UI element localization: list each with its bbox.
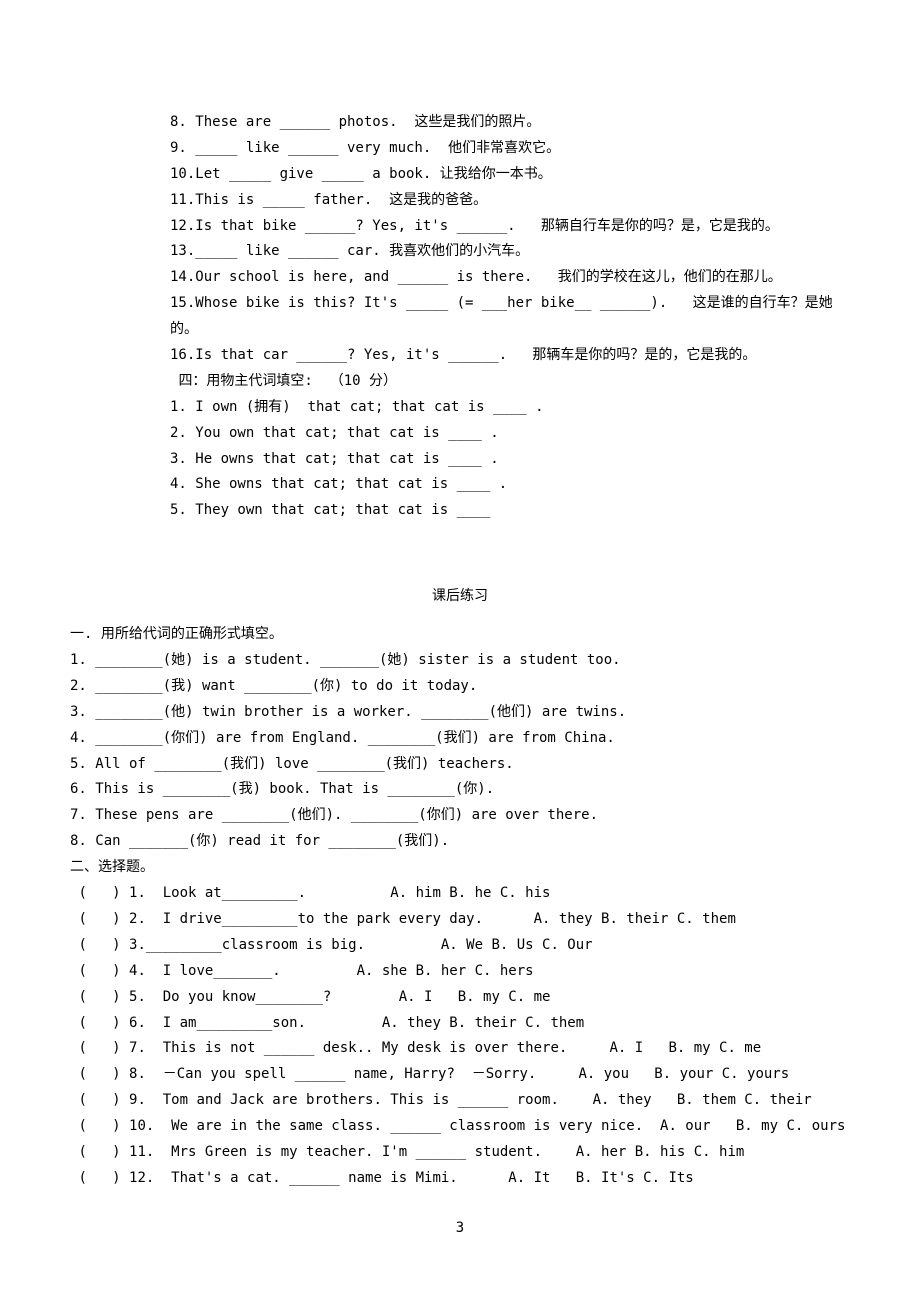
possessive-q: 4. She owns that cat; that cat is ____ . [170, 472, 850, 498]
fill-blank-q: 10.Let _____ give _____ a book. 让我给你一本书。 [170, 162, 850, 188]
pronoun-form-q: 8. Can _______(你) read it for ________(我… [70, 829, 850, 855]
fill-blank-q: 12.Is that bike ______? Yes, it's ______… [170, 214, 850, 240]
subsection-heading: 四：用物主代词填空: （10 分） [170, 369, 850, 395]
mcq-item: ( ) 7. This is not ______ desk.. My desk… [70, 1036, 850, 1062]
section-lower: 一. 用所给代词的正确形式填空。 1. ________(她) is a stu… [70, 622, 850, 1192]
pronoun-form-q: 5. All of ________(我们) love ________(我们)… [70, 752, 850, 778]
pronoun-form-q: 2. ________(我) want ________(你) to do it… [70, 674, 850, 700]
mcq-item: ( ) 4. I love_______. A. she B. her C. h… [70, 959, 850, 985]
possessive-q: 1. I own (拥有) that cat; that cat is ____… [170, 395, 850, 421]
fill-blank-q: 11.This is _____ father. 这是我的爸爸。 [170, 188, 850, 214]
part-one-heading: 一. 用所给代词的正确形式填空。 [70, 622, 850, 648]
mcq-item: ( ) 10. We are in the same class. ______… [70, 1114, 850, 1140]
pronoun-form-q: 6. This is ________(我) book. That is ___… [70, 777, 850, 803]
pronoun-form-q: 3. ________(他) twin brother is a worker.… [70, 700, 850, 726]
mcq-item: ( ) 12. That's a cat. ______ name is Mim… [70, 1166, 850, 1192]
pronoun-form-q: 4. ________(你们) are from England. ______… [70, 726, 850, 752]
mcq-item: ( ) 8. －Can you spell ______ name, Harry… [70, 1062, 850, 1088]
pronoun-form-q: 7. These pens are ________(他们). ________… [70, 803, 850, 829]
section-upper: 8. These are ______ photos. 这些是我们的照片。 9.… [70, 110, 850, 524]
page-number: 3 [0, 1216, 920, 1242]
mcq-item: ( ) 5. Do you know________? A. I B. my C… [70, 985, 850, 1011]
fill-blank-q: 8. These are ______ photos. 这些是我们的照片。 [170, 110, 850, 136]
mcq-item: ( ) 11. Mrs Green is my teacher. I'm ___… [70, 1140, 850, 1166]
fill-blank-q: 13._____ like ______ car. 我喜欢他们的小汽车。 [170, 239, 850, 265]
mcq-item: ( ) 3._________classroom is big. A. We B… [70, 933, 850, 959]
part-two-heading: 二、选择题。 [70, 855, 850, 881]
fill-blank-q: 14.Our school is here, and ______ is the… [170, 265, 850, 291]
fill-blank-q: 16.Is that car ______? Yes, it's ______.… [170, 343, 850, 369]
possessive-q: 3. He owns that cat; that cat is ____ . [170, 447, 850, 473]
mcq-item: ( ) 2. I drive_________to the park every… [70, 907, 850, 933]
fill-blank-q: 9. _____ like ______ very much. 他们非常喜欢它。 [170, 136, 850, 162]
possessive-q: 2. You own that cat; that cat is ____ . [170, 421, 850, 447]
mcq-item: ( ) 1. Look at_________. A. him B. he C.… [70, 881, 850, 907]
section-title: 课后练习 [70, 584, 850, 610]
pronoun-form-q: 1. ________(她) is a student. _______(她) … [70, 648, 850, 674]
possessive-q: 5. They own that cat; that cat is ____ [170, 498, 850, 524]
fill-blank-q: 15.Whose bike is this? It's _____ (= ___… [170, 291, 850, 343]
mcq-item: ( ) 6. I am_________son. A. they B. thei… [70, 1011, 850, 1037]
mcq-item: ( ) 9. Tom and Jack are brothers. This i… [70, 1088, 850, 1114]
